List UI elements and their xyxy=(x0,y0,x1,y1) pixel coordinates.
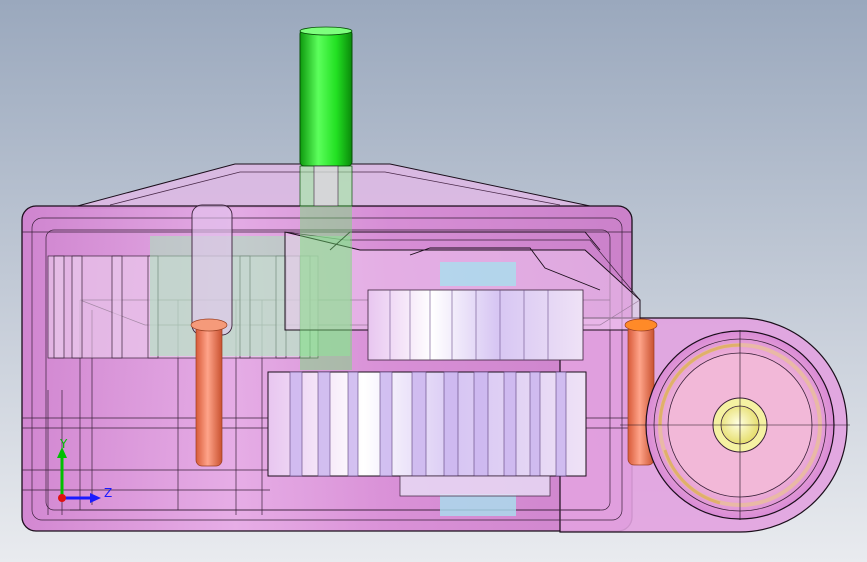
upper-gear xyxy=(367,289,584,361)
green-input-shaft xyxy=(299,26,353,370)
lower-window-cyan xyxy=(440,494,516,516)
triad-x-origin xyxy=(58,494,66,502)
upper-window-cyan xyxy=(440,262,516,286)
left-orange-pin xyxy=(190,318,228,467)
gearbox-model-view[interactable]: Y Z xyxy=(0,0,867,562)
left-bore-boss xyxy=(191,204,233,336)
triad-y-label: Y xyxy=(59,437,68,451)
triad-z-label: Z xyxy=(104,486,112,500)
model-viewport[interactable]: Y Z xyxy=(0,0,867,562)
